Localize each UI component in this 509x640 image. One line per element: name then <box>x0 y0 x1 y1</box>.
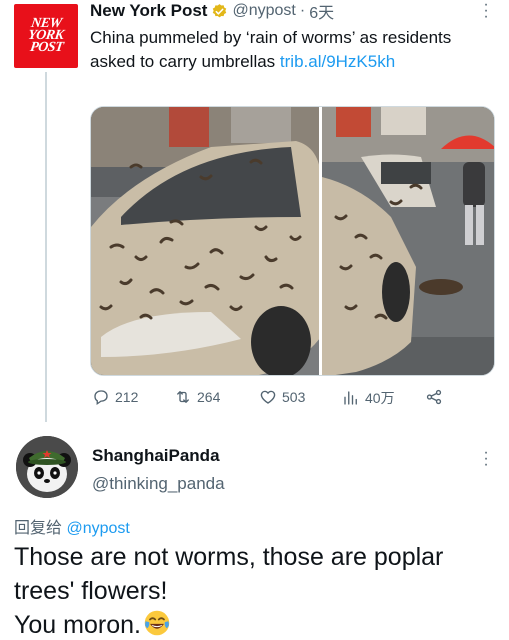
tweet-media[interactable] <box>90 106 495 376</box>
nypost-avatar[interactable]: NEW YORK POST <box>14 4 78 68</box>
face-with-tears-of-joy-icon <box>144 610 170 636</box>
like-icon <box>260 390 276 404</box>
tweet-actions: 212 264 503 40万 <box>92 388 452 412</box>
retweet-action[interactable]: 264 <box>174 388 220 406</box>
reply-line-1: Those are not worms, those are poplar tr… <box>14 543 444 605</box>
reply-count: 212 <box>115 389 139 405</box>
reply-author-handle[interactable]: @thinking_panda <box>92 474 225 494</box>
thread-connector-line <box>45 72 47 422</box>
more-icon[interactable]: · · · <box>483 0 489 25</box>
tweet-text: China pummeled by ‘rain of worms’ as res… <box>90 26 470 74</box>
views-icon <box>344 391 357 405</box>
share-action[interactable] <box>425 388 443 406</box>
reply-author-name[interactable]: ShanghaiPanda <box>92 446 220 466</box>
like-count: 503 <box>282 389 306 405</box>
views-count: 40万 <box>365 390 395 406</box>
reply-line-2-text: You moron. <box>14 611 141 639</box>
reply-line-2: You moron. <box>14 608 504 640</box>
reply-action[interactable]: 212 <box>92 388 138 406</box>
share-icon <box>426 389 442 405</box>
panda-avatar-image <box>16 436 78 498</box>
media-photo <box>91 107 494 375</box>
reply-text: Those are not worms, those are poplar tr… <box>14 540 504 640</box>
reply-more-icon[interactable]: · · · <box>483 445 489 473</box>
tweet-header: New York Post @nypost · 6天 <box>90 0 334 22</box>
like-action[interactable]: 503 <box>259 388 305 406</box>
verified-badge-icon <box>213 3 227 17</box>
tweet-time[interactable]: 6天 <box>309 0 334 23</box>
replying-to-prefix: 回复给 <box>14 520 67 537</box>
meta-separator: · <box>299 2 306 19</box>
retweet-icon <box>177 391 189 403</box>
logo-line-3: POST <box>28 40 64 55</box>
retweet-count: 264 <box>197 389 221 405</box>
replying-to-mention[interactable]: @nypost <box>66 520 129 537</box>
author-name[interactable]: New York Post <box>90 1 207 21</box>
views-action[interactable]: 40万 <box>342 388 395 408</box>
author-handle[interactable]: @nypost <box>232 2 295 20</box>
shanghaipanda-avatar[interactable] <box>16 436 78 498</box>
tweet-link[interactable]: trib.al/9HzK5kh <box>280 52 395 71</box>
replying-to: 回复给 @nypost <box>14 514 130 538</box>
tweet-body: China pummeled by ‘rain of worms’ as res… <box>90 28 452 71</box>
reply-icon <box>94 390 108 406</box>
